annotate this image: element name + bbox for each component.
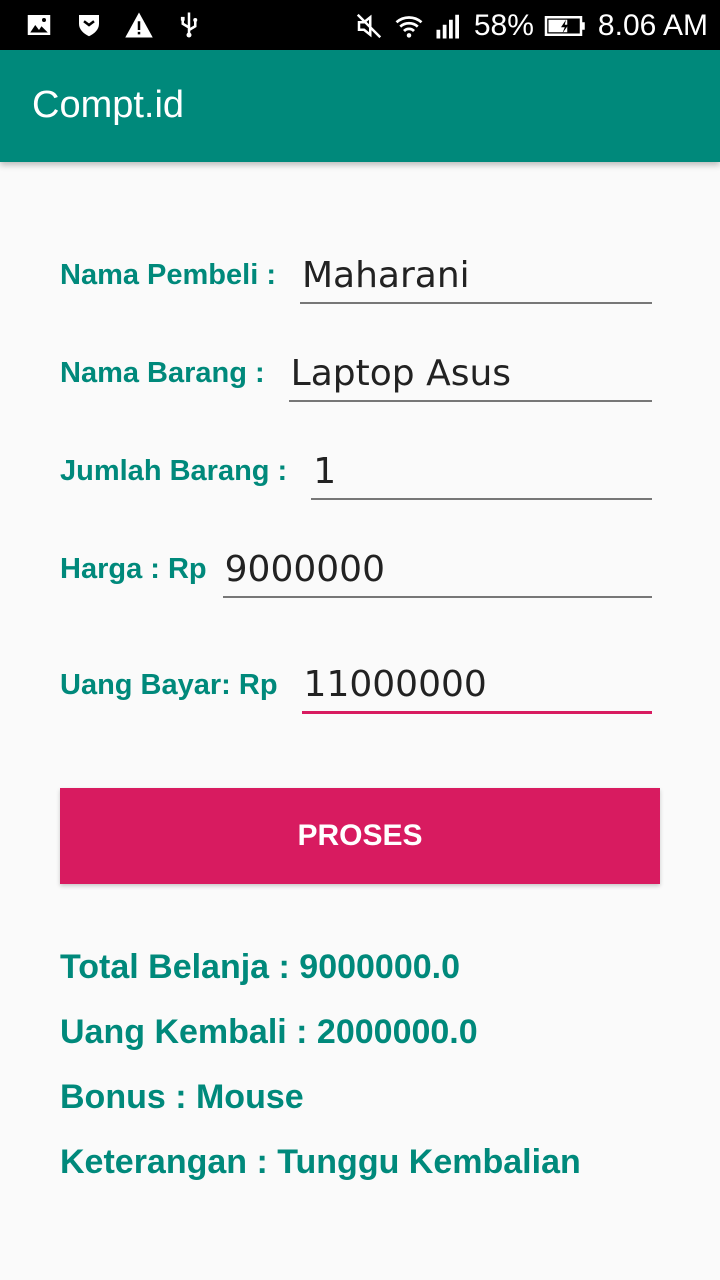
row-nama-barang: Nama Barang : Laptop Asus [60, 338, 652, 402]
bonus-text: Bonus : Mouse [60, 1078, 304, 1116]
nama-barang-input[interactable]: Laptop Asus [288, 338, 652, 402]
uang-bayar-input[interactable]: 11000000 [301, 650, 652, 714]
status-bar-right: 58% 8.06 AM [354, 6, 708, 46]
row-harga: Harga : Rp 9000000 [60, 534, 652, 598]
status-bar: 58% 8.06 AM [0, 0, 720, 50]
battery-icon [544, 11, 588, 41]
nama-pembeli-label: Nama Pembeli : [60, 259, 276, 291]
uang-bayar-value: 11000000 [303, 664, 487, 705]
uang-kembali-text: Uang Kembali : 2000000.0 [60, 1013, 478, 1051]
row-uang-bayar: Uang Bayar: Rp 11000000 [60, 650, 652, 714]
warning-icon [124, 10, 154, 40]
harga-input[interactable]: 9000000 [222, 534, 652, 598]
nama-pembeli-input[interactable]: Maharani [299, 240, 652, 304]
jumlah-barang-value: 1 [313, 451, 337, 492]
clock: 8.06 AM [597, 9, 708, 42]
nama-barang-value: Laptop Asus [290, 353, 512, 394]
mute-icon [354, 11, 384, 41]
battery-percent: 58% [473, 9, 534, 42]
total-belanja-text: Total Belanja : 9000000.0 [60, 948, 461, 986]
image-icon [24, 10, 54, 40]
jumlah-barang-input[interactable]: 1 [311, 436, 652, 500]
wifi-icon [394, 11, 424, 41]
jumlah-barang-label: Jumlah Barang : [60, 455, 288, 487]
uang-bayar-label: Uang Bayar: Rp [60, 669, 278, 701]
shield-icon [74, 10, 104, 40]
proses-button[interactable]: PROSES [60, 788, 660, 884]
nama-pembeli-value: Maharani [301, 255, 470, 296]
harga-value: 9000000 [224, 549, 385, 590]
usb-icon [174, 10, 204, 40]
status-bar-left [24, 10, 204, 40]
harga-label: Harga : Rp [60, 553, 207, 585]
app-title: Compt.id [32, 84, 185, 126]
nama-barang-label: Nama Barang : [60, 357, 265, 389]
signal-icon [434, 11, 464, 41]
row-nama-pembeli: Nama Pembeli : Maharani [60, 240, 652, 304]
app-bar: Compt.id [0, 50, 720, 162]
keterangan-text: Keterangan : Tunggu Kembalian [60, 1143, 581, 1181]
row-jumlah-barang: Jumlah Barang : 1 [60, 436, 652, 500]
